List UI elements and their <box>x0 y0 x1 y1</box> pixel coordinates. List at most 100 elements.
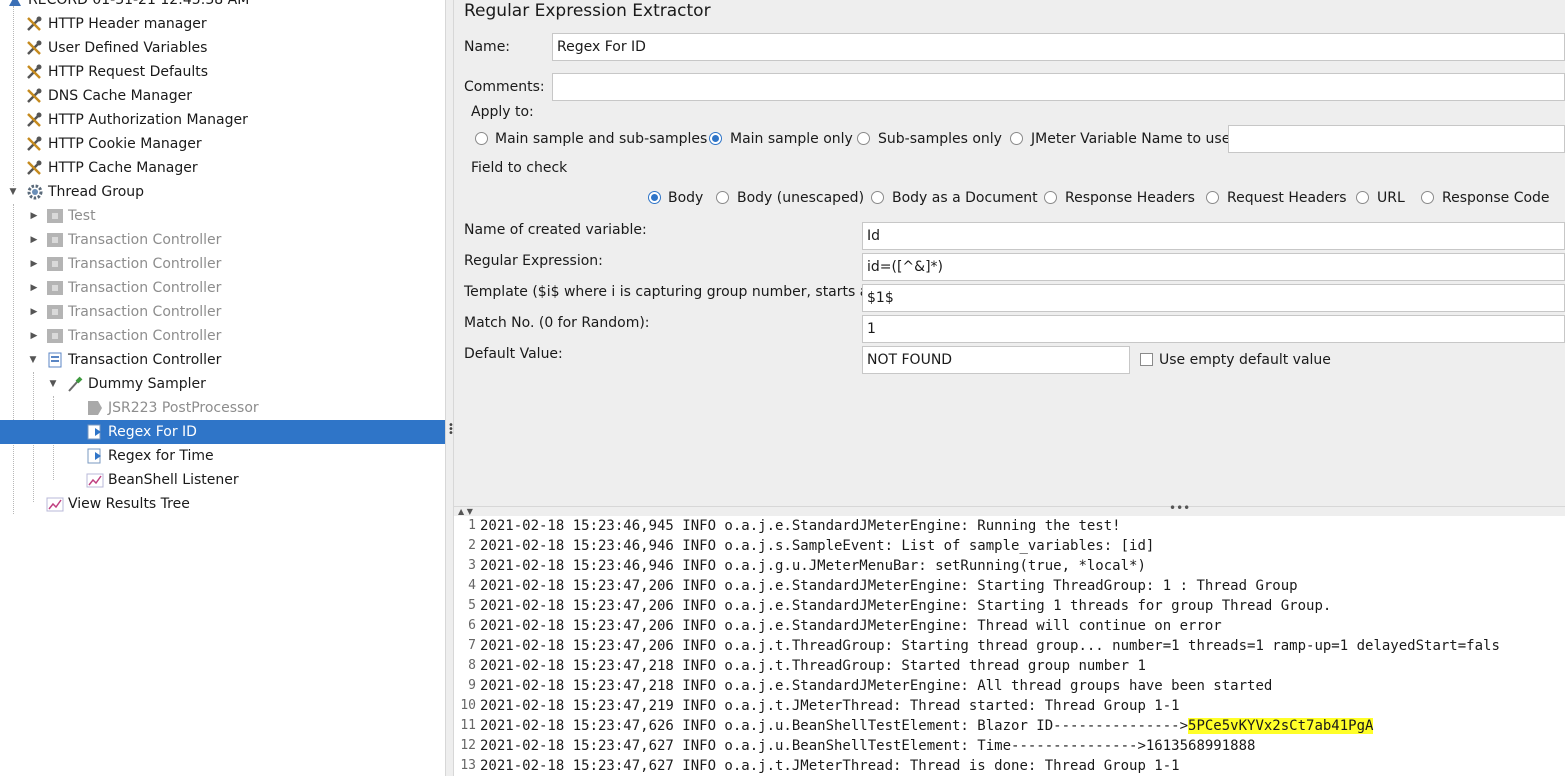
regex-field[interactable]: id=([^&]*) <box>862 253 1565 281</box>
line-number: 12 <box>460 738 476 753</box>
match-no-label: Match No. (0 for Random): <box>464 315 650 331</box>
use-empty-default-checkbox[interactable] <box>1140 353 1153 366</box>
var-name-field[interactable]: Id <box>862 222 1565 250</box>
tree-item-regex-for-time[interactable]: Regex for Time <box>0 444 445 468</box>
default-value-field[interactable]: NOT FOUND <box>862 346 1130 374</box>
tree-item-label: Regex for Time <box>108 448 214 464</box>
tree-item-http-cache-manager[interactable]: HTTP Cache Manager <box>0 156 445 180</box>
expand-arrow-icon[interactable]: ▶ <box>28 204 40 228</box>
expand-arrow-icon[interactable]: ▶ <box>28 276 40 300</box>
radio-response-code[interactable] <box>1421 191 1434 204</box>
radio-main-and-sub-samples[interactable] <box>475 132 488 145</box>
radio-url[interactable] <box>1356 191 1369 204</box>
radio-main-sample-only[interactable] <box>709 132 722 145</box>
tree-item-http-authorization-manager[interactable]: HTTP Authorization Manager <box>0 108 445 132</box>
pipette-icon <box>66 376 84 392</box>
field-to-check-label: Field to check <box>471 160 568 176</box>
tree-item-test-plan[interactable]: RECORD 01-31-21 12:45:38 AM <box>0 0 445 12</box>
radio-label[interactable]: Body (unescaped) <box>737 190 864 206</box>
tree-item-label: HTTP Authorization Manager <box>48 112 248 128</box>
jmeter-variable-field[interactable] <box>1228 125 1565 153</box>
collapse-arrow-icon[interactable]: ▼ <box>27 348 39 372</box>
tree-item-transaction-controller[interactable]: ▶ Transaction Controller <box>0 324 445 348</box>
log-viewer[interactable]: 1 2021-02-18 15:23:46,945 INFO o.a.j.e.St… <box>454 516 1565 776</box>
postprocessor-icon <box>86 400 104 416</box>
radio-label[interactable]: JMeter Variable Name to use <box>1031 131 1230 147</box>
postprocessor-icon <box>86 424 104 440</box>
tree-item-label: Transaction Controller <box>68 304 222 320</box>
log-text: 2021-02-18 15:23:47,627 INFO o.a.j.t.JMe… <box>480 758 1180 774</box>
regex-label: Regular Expression: <box>464 253 603 269</box>
radio-body-unescaped[interactable] <box>716 191 729 204</box>
line-number: 8 <box>468 658 476 673</box>
line-number: 13 <box>460 758 476 773</box>
match-no-field[interactable]: 1 <box>862 315 1565 343</box>
expand-arrow-icon[interactable]: ▶ <box>28 324 40 348</box>
expand-arrow-icon[interactable]: ▶ <box>28 252 40 276</box>
radio-response-headers[interactable] <box>1044 191 1057 204</box>
tree-item-http-cookie-manager[interactable]: HTTP Cookie Manager <box>0 132 445 156</box>
radio-label[interactable]: URL <box>1377 190 1405 206</box>
line-number: 4 <box>468 578 476 593</box>
tree-item-thread-group[interactable]: ▼ Thread Group <box>0 180 445 204</box>
radio-body-as-document[interactable] <box>871 191 884 204</box>
log-text: 2021-02-18 15:23:46,946 INFO o.a.j.s.Sam… <box>480 538 1155 554</box>
tree-item-transaction-controller[interactable]: ▶ Transaction Controller <box>0 228 445 252</box>
line-number: 6 <box>468 618 476 633</box>
log-splitter-handle[interactable]: ▲ ▼ ••• <box>454 501 1565 516</box>
tree-item-dummy-sampler[interactable]: ▼ Dummy Sampler <box>0 372 445 396</box>
tree-item-beanshell-listener[interactable]: BeanShell Listener <box>0 468 445 492</box>
tree-item-label: View Results Tree <box>68 496 190 512</box>
controller-icon <box>46 256 64 272</box>
expand-arrow-icon[interactable]: ▶ <box>28 228 40 252</box>
radio-label[interactable]: Body as a Document <box>892 190 1038 206</box>
line-number: 1 <box>468 518 476 533</box>
expand-arrow-icon[interactable]: ▶ <box>28 300 40 324</box>
log-text: 2021-02-18 15:23:47,206 INFO o.a.j.e.Sta… <box>480 618 1222 634</box>
testplan-icon <box>6 0 24 8</box>
line-number: 2 <box>468 538 476 553</box>
radio-label[interactable]: Main sample only <box>730 131 853 147</box>
tree-item-dns-cache-manager[interactable]: DNS Cache Manager <box>0 84 445 108</box>
tree-item-label: HTTP Cookie Manager <box>48 136 202 152</box>
radio-sub-samples-only[interactable] <box>857 132 870 145</box>
tree-item-transaction-controller[interactable]: ▶ Transaction Controller <box>0 300 445 324</box>
radio-label[interactable]: Request Headers <box>1227 190 1347 206</box>
config-wrench-icon <box>26 40 44 56</box>
listener-chart-icon <box>86 472 104 488</box>
name-field[interactable]: Regex For ID <box>552 33 1565 61</box>
collapse-arrow-icon[interactable]: ▼ <box>47 372 59 396</box>
tree-item-transaction-controller[interactable]: ▶ Transaction Controller <box>0 252 445 276</box>
radio-label[interactable]: Sub-samples only <box>878 131 1002 147</box>
radio-request-headers[interactable] <box>1206 191 1219 204</box>
collapse-arrows-icon[interactable]: ▲ ▼ <box>458 507 473 516</box>
tree-item-http-request-defaults[interactable]: HTTP Request Defaults <box>0 60 445 84</box>
tree-item-label: HTTP Header manager <box>48 16 207 32</box>
test-plan-tree[interactable]: RECORD 01-31-21 12:45:38 AM HTTP Header … <box>0 0 445 776</box>
radio-label[interactable]: Main sample and sub-samples <box>495 131 707 147</box>
line-number: 5 <box>468 598 476 613</box>
template-field[interactable]: $1$ <box>862 284 1565 312</box>
radio-body[interactable] <box>648 191 661 204</box>
use-empty-default-label[interactable]: Use empty default value <box>1159 352 1331 368</box>
tree-item-transaction-controller[interactable]: ▶ Transaction Controller <box>0 276 445 300</box>
tree-item-user-defined-variables[interactable]: User Defined Variables <box>0 36 445 60</box>
collapse-arrow-icon[interactable]: ▼ <box>7 180 19 204</box>
var-name-label: Name of created variable: <box>464 222 647 238</box>
tree-item-view-results-tree[interactable]: View Results Tree <box>0 492 445 516</box>
radio-label[interactable]: Response Headers <box>1065 190 1195 206</box>
comments-label: Comments: <box>464 79 545 95</box>
comments-field[interactable] <box>552 73 1565 101</box>
tree-item-jsr223-postprocessor[interactable]: JSR223 PostProcessor <box>0 396 445 420</box>
tree-item-http-header-manager[interactable]: HTTP Header manager <box>0 12 445 36</box>
radio-label[interactable]: Response Code <box>1442 190 1550 206</box>
tree-item-label: Thread Group <box>48 184 145 200</box>
radio-label[interactable]: Body <box>668 190 703 206</box>
tree-item-test[interactable]: ▶ Test <box>0 204 445 228</box>
radio-jmeter-variable[interactable] <box>1010 132 1023 145</box>
tree-splitter-handle[interactable]: • • • <box>445 0 454 776</box>
tree-item-regex-for-id[interactable]: Regex For ID <box>0 420 445 444</box>
tree-item-transaction-controller[interactable]: ▼ Transaction Controller <box>0 348 445 372</box>
controller-icon <box>46 280 64 296</box>
tree-item-label: Transaction Controller <box>68 352 222 368</box>
